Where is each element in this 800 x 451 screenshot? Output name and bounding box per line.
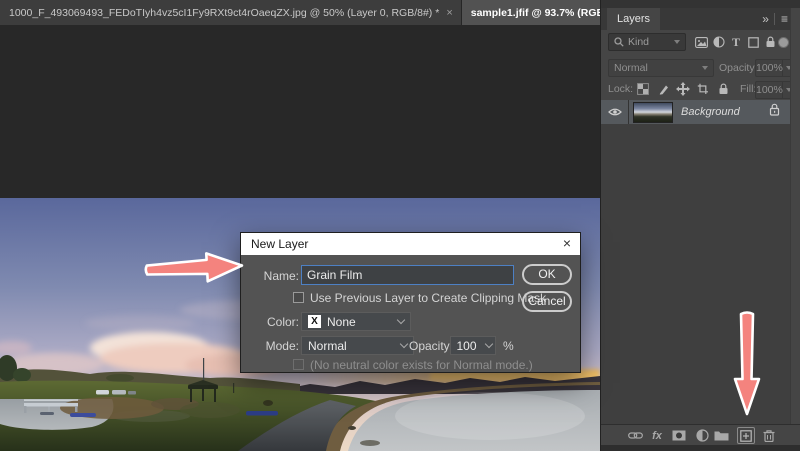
opacity-value-box[interactable]: 100% <box>755 59 783 77</box>
filter-shape-layers-icon[interactable] <box>745 34 761 50</box>
document-tab-label: 1000_F_493069493_FEDoTIyh4vz5cI1Fy9RXt9c… <box>9 7 439 19</box>
photoshop-window: 1000_F_493069493_FEDoTIyh4vz5cI1Fy9RXt9c… <box>0 0 800 451</box>
filter-toggle[interactable] <box>778 37 789 48</box>
ok-button[interactable]: OK <box>522 264 572 285</box>
lock-image-pixels-brush-icon[interactable] <box>656 81 672 97</box>
color-label: Color: <box>257 315 299 329</box>
opacity-dropdown-button[interactable] <box>482 336 496 355</box>
blend-mode-select[interactable]: Normal <box>608 59 714 77</box>
layers-list: Background <box>601 100 800 424</box>
filter-type-layers-icon[interactable]: T <box>728 34 744 50</box>
blend-mode-row: Normal Opacity: 100% <box>601 58 800 78</box>
chevron-down-icon <box>397 316 405 324</box>
link-layers-icon[interactable] <box>627 428 643 443</box>
lock-transparent-pixels-icon[interactable] <box>635 81 651 97</box>
dock-top-strip <box>601 0 800 8</box>
search-icon <box>614 37 624 47</box>
new-group-folder-icon[interactable] <box>713 428 729 443</box>
chevron-down-icon <box>400 340 408 348</box>
filter-smart-objects-icon[interactable] <box>762 34 778 50</box>
filter-pixel-layers-icon[interactable] <box>693 34 709 50</box>
color-select[interactable]: X None <box>301 312 411 331</box>
layer-name-input[interactable] <box>301 265 514 285</box>
dialog-title: New Layer <box>251 237 308 251</box>
chevron-down-icon <box>484 340 492 348</box>
delete-layer-trash-icon[interactable] <box>761 428 777 443</box>
neutral-color-note: (No neutral color exists for Normal mode… <box>310 358 533 372</box>
lock-artboard-icon[interactable] <box>695 81 711 97</box>
visibility-eye-icon[interactable] <box>601 100 629 124</box>
clipping-mask-checkbox[interactable] <box>293 292 304 303</box>
percent-label: % <box>503 339 514 353</box>
lock-position-move-icon[interactable] <box>675 81 691 97</box>
mode-label: Mode: <box>257 339 299 353</box>
chevron-down-icon <box>674 40 680 44</box>
annotation-arrow-to-name-field <box>142 248 248 287</box>
filter-kind-select[interactable]: Kind <box>608 33 686 51</box>
layer-styles-fx-icon[interactable]: fx <box>649 428 665 443</box>
layer-row-background[interactable]: Background <box>601 100 790 124</box>
layer-thumbnail[interactable] <box>633 102 673 123</box>
layers-panel-header: Layers » ≡ <box>601 8 800 30</box>
divider <box>774 13 775 25</box>
mode-select[interactable]: Normal <box>301 336 414 355</box>
document-tabbar: 1000_F_493069493_FEDoTIyh4vz5cI1Fy9RXt9c… <box>0 0 600 25</box>
new-adjustment-layer-icon[interactable] <box>694 428 710 443</box>
opacity-label: Opacity: <box>719 62 758 74</box>
new-layer-button[interactable] <box>737 427 755 444</box>
new-layer-dialog: New Layer × Name: OK Use Previous Layer … <box>240 232 581 373</box>
dialog-opacity-input[interactable] <box>450 336 483 355</box>
clipping-mask-label: Use Previous Layer to Create Clipping Ma… <box>310 291 546 305</box>
tab-layers[interactable]: Layers <box>607 8 660 30</box>
chevron-down-icon <box>702 66 708 70</box>
cancel-button[interactable]: Cancel <box>522 291 572 312</box>
fill-label: Fill: <box>740 83 756 95</box>
layer-filter-row: Kind T <box>601 32 800 54</box>
close-icon[interactable]: × <box>446 7 452 19</box>
close-icon[interactable]: × <box>563 236 571 250</box>
layers-bottom-bar: fx <box>601 424 800 445</box>
add-layer-mask-icon[interactable] <box>671 428 687 443</box>
neutral-color-checkbox <box>293 359 304 370</box>
annotation-arrow-to-new-layer-button <box>732 309 762 419</box>
none-color-swatch-icon: X <box>308 315 321 328</box>
name-label: Name: <box>257 269 299 283</box>
layer-name: Background <box>681 106 769 118</box>
dock-rail <box>790 8 800 451</box>
lock-row: Lock: Fill: 100% <box>601 80 800 98</box>
lock-all-icon[interactable] <box>715 81 731 97</box>
layers-panel: Layers » ≡ Kind T <box>600 0 800 451</box>
fill-value-box[interactable]: 100% <box>755 81 783 99</box>
document-tab-inactive[interactable]: 1000_F_493069493_FEDoTIyh4vz5cI1Fy9RXt9c… <box>0 0 462 25</box>
collapse-panels-icon[interactable]: » <box>762 12 768 26</box>
lock-icon <box>769 103 780 121</box>
canvas-pasteboard <box>0 25 600 198</box>
dialog-opacity-label: Opacity: <box>409 339 453 353</box>
panel-menu-icon[interactable]: ≡ <box>781 12 788 26</box>
dialog-titlebar[interactable]: New Layer × <box>241 233 580 255</box>
dock-footer <box>601 445 800 451</box>
lock-label: Lock: <box>608 83 633 95</box>
filter-adjustment-layers-icon[interactable] <box>711 34 727 50</box>
